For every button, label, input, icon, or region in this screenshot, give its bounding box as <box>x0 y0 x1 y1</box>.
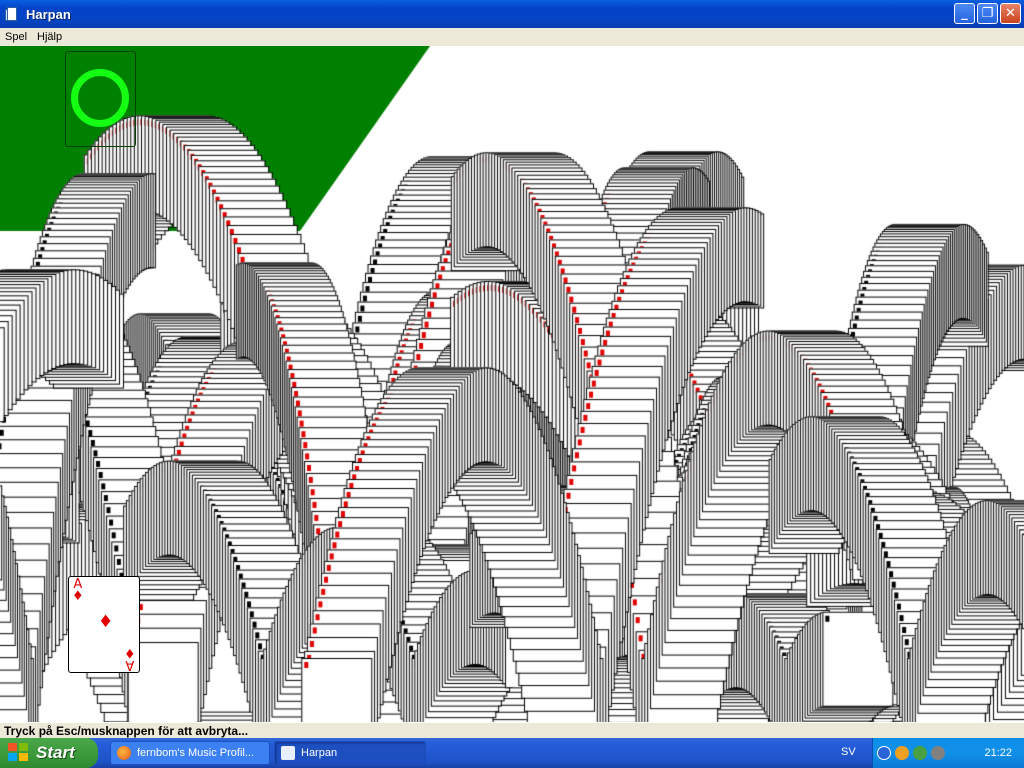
firefox-icon <box>117 746 131 760</box>
messenger-icon[interactable] <box>913 746 927 760</box>
window-title: Harpan <box>26 6 71 22</box>
taskbar-item-firefox[interactable]: fernbom's Music Profil... <box>110 741 270 765</box>
game-board[interactable]: A ♦ ♦ A ♦ <box>0 46 1024 722</box>
taskbar-item-harpan[interactable]: Harpan <box>274 741 426 765</box>
solitaire-icon <box>4 6 20 22</box>
system-tray: SV 21:22 <box>841 738 1024 768</box>
clock: 21:22 <box>984 747 1012 759</box>
window-controls: _ ❐ ✕ <box>954 3 1021 24</box>
menu-bar: Spel Hjälp <box>0 28 1024 46</box>
title-bar[interactable]: Harpan _ ❐ ✕ <box>0 0 1024 28</box>
ace-of-diamonds-card: A ♦ ♦ A ♦ <box>68 576 140 673</box>
close-button[interactable]: ✕ <box>1000 3 1021 24</box>
diamond-suit-icon: ♦ <box>98 612 114 632</box>
minimize-button[interactable]: _ <box>954 3 975 24</box>
card-corner-bottom: A ♦ <box>124 645 136 672</box>
redeal-ring-icon <box>71 69 129 127</box>
taskbar: Start fernbom's Music Profil... Harpan S… <box>0 738 1024 768</box>
maximize-button[interactable]: ❐ <box>977 3 998 24</box>
solitaire-icon <box>281 746 295 760</box>
card-cascade-animation <box>0 46 1024 722</box>
network-icon[interactable] <box>895 746 909 760</box>
start-button[interactable]: Start <box>0 738 98 768</box>
menu-spel[interactable]: Spel <box>0 31 32 43</box>
volume-icon[interactable] <box>931 746 945 760</box>
card-corner-top: A ♦ <box>72 577 84 604</box>
language-indicator[interactable]: SV <box>841 746 856 758</box>
windows-logo-icon <box>8 743 30 763</box>
back-arrow-icon[interactable] <box>877 746 891 760</box>
menu-hjalp[interactable]: Hjälp <box>32 31 67 43</box>
foundation-slot[interactable] <box>65 51 136 147</box>
status-bar: Tryck på Esc/musknappen för att avbryta.… <box>0 722 1024 738</box>
